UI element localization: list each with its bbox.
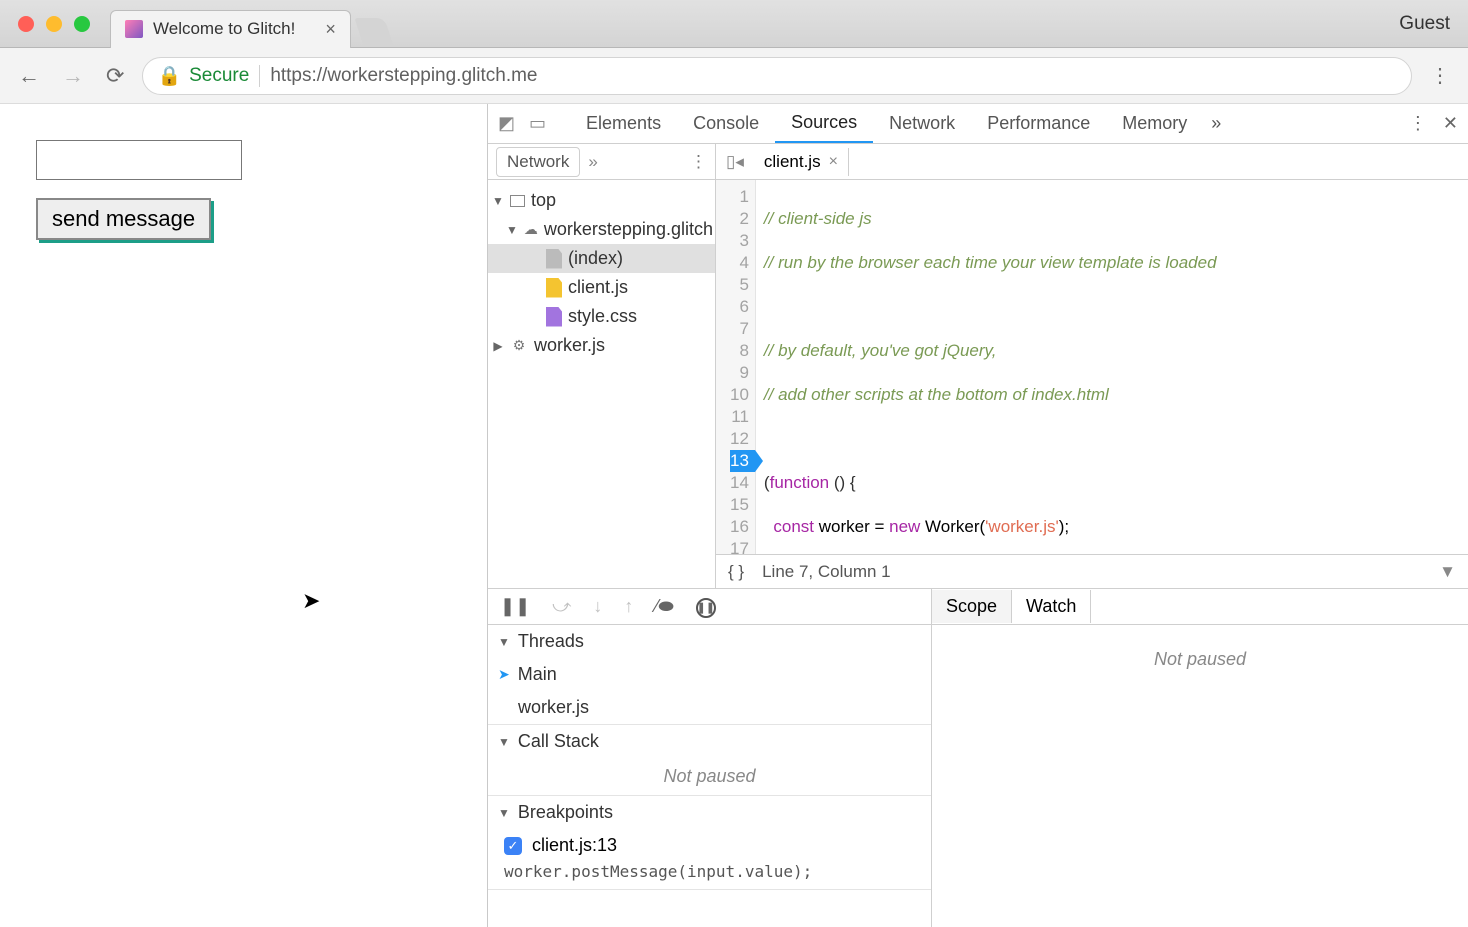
browser-toolbar: ← → ⟳ 🔒 Secure https://workerstepping.gl… — [0, 48, 1468, 104]
sources-navigator: Network » ⋮ ▼ top ▼☁ workerstepping.glit… — [488, 144, 716, 588]
more-tabs-icon[interactable]: » — [1203, 105, 1229, 142]
lock-icon: 🔒 — [157, 64, 181, 88]
scope-watch-panel: Scope Watch Not paused — [932, 589, 1468, 927]
profile-label[interactable]: Guest — [1399, 13, 1450, 35]
devtools-tabbar: ◩ ▭ Elements Console Sources Network Per… — [488, 104, 1468, 144]
pause-button[interactable]: ❚❚ — [500, 596, 530, 617]
file-tree: ▼ top ▼☁ workerstepping.glitch (index) c… — [488, 180, 715, 366]
secure-label: Secure — [189, 65, 249, 87]
more-navigator-tabs-icon[interactable]: » — [588, 152, 597, 172]
tab-title: Welcome to Glitch! — [153, 19, 295, 39]
source-editor: ▯◂ client.js × 1234 5678 9101112 13 1415… — [716, 144, 1468, 588]
tab-elements[interactable]: Elements — [570, 105, 677, 142]
tree-worker[interactable]: ▶⚙ worker.js — [488, 331, 715, 360]
forward-button[interactable]: → — [58, 59, 88, 93]
source-code[interactable]: // client-side js // run by the browser … — [756, 180, 1225, 554]
send-message-button[interactable]: send message — [36, 198, 211, 240]
device-toggle-icon[interactable]: ▭ — [529, 113, 546, 134]
breakpoint-code: worker.postMessage(input.value); — [488, 862, 931, 889]
toggle-navigator-icon[interactable]: ▯◂ — [726, 152, 744, 172]
new-tab-button[interactable] — [354, 18, 393, 46]
pause-on-exceptions-button[interactable]: ❚❚ — [696, 595, 716, 618]
scope-not-paused: Not paused — [1146, 641, 1254, 678]
debug-sidebar: ❚❚ ⤻ ↓ ↑ ⁄⬬ ❚❚ ▼Threads Main worker.js — [488, 589, 932, 927]
tab-console[interactable]: Console — [677, 105, 775, 142]
scope-tab[interactable]: Scope — [932, 590, 1012, 623]
thread-main[interactable]: Main — [488, 658, 931, 691]
browser-menu-button[interactable]: ⋮ — [1426, 59, 1454, 92]
tree-domain[interactable]: ▼☁ workerstepping.glitch — [488, 215, 715, 244]
close-editor-tab-icon[interactable]: × — [829, 153, 838, 171]
breakpoint-item[interactable]: ✓ client.js:13 — [488, 829, 931, 862]
editor-statusbar: { } Line 7, Column 1 ▼ — [716, 554, 1468, 588]
traffic-lights — [18, 16, 90, 32]
step-out-button[interactable]: ↑ — [624, 596, 633, 617]
tab-sources[interactable]: Sources — [775, 104, 873, 143]
devtools-close-icon[interactable]: ✕ — [1443, 113, 1458, 134]
navigator-menu-icon[interactable]: ⋮ — [690, 152, 707, 172]
callstack-not-paused: Not paused — [488, 758, 931, 795]
browser-titlebar: Welcome to Glitch! × Guest — [0, 0, 1468, 48]
deactivate-breakpoints-button[interactable]: ⁄⬬ — [655, 596, 673, 617]
debug-controls: ❚❚ ⤻ ↓ ↑ ⁄⬬ ❚❚ — [488, 589, 931, 625]
tree-file-clientjs[interactable]: client.js — [488, 273, 715, 302]
minimize-window-button[interactable] — [46, 16, 62, 32]
tab-favicon — [125, 20, 143, 38]
threads-section-header[interactable]: ▼Threads — [488, 625, 931, 658]
cursor-position: Line 7, Column 1 — [762, 562, 891, 582]
callstack-section-header[interactable]: ▼Call Stack — [488, 725, 931, 758]
breakpoint-marker[interactable]: 13 — [730, 450, 755, 472]
tree-file-index[interactable]: (index) — [488, 244, 715, 273]
tab-performance[interactable]: Performance — [971, 105, 1106, 142]
maximize-window-button[interactable] — [74, 16, 90, 32]
back-button[interactable]: ← — [14, 59, 44, 93]
pretty-print-icon[interactable]: { } — [728, 562, 744, 582]
url-text: https://workerstepping.glitch.me — [270, 65, 537, 87]
tree-file-stylecss[interactable]: style.css — [488, 302, 715, 331]
breakpoint-checkbox[interactable]: ✓ — [504, 837, 522, 855]
devtools-panel: ◩ ▭ Elements Console Sources Network Per… — [488, 104, 1468, 927]
coverage-icon[interactable]: ▼ — [1439, 562, 1456, 582]
browser-tab[interactable]: Welcome to Glitch! × — [110, 10, 351, 48]
close-tab-button[interactable]: × — [325, 19, 336, 40]
divider — [259, 65, 260, 87]
watch-tab[interactable]: Watch — [1012, 590, 1091, 623]
inspect-icon[interactable]: ◩ — [498, 113, 515, 134]
devtools-settings-icon[interactable]: ⋮ — [1409, 113, 1427, 134]
close-window-button[interactable] — [18, 16, 34, 32]
reload-button[interactable]: ⟳ — [102, 59, 128, 93]
step-over-button[interactable]: ⤻ — [552, 596, 571, 617]
breakpoints-section-header[interactable]: ▼Breakpoints — [488, 796, 931, 829]
step-into-button[interactable]: ↓ — [593, 596, 602, 617]
address-bar[interactable]: 🔒 Secure https://workerstepping.glitch.m… — [142, 57, 1412, 95]
line-gutter[interactable]: 1234 5678 9101112 13 1415161718 — [716, 180, 756, 554]
editor-tab-clientjs[interactable]: client.js × — [754, 148, 849, 176]
tree-top[interactable]: ▼ top — [488, 186, 715, 215]
tab-network[interactable]: Network — [873, 105, 971, 142]
tab-memory[interactable]: Memory — [1106, 105, 1203, 142]
message-input[interactable] — [36, 140, 242, 180]
navigator-tab[interactable]: Network — [496, 147, 580, 177]
thread-worker[interactable]: worker.js — [488, 691, 931, 724]
page-viewport: send message — [0, 104, 488, 927]
